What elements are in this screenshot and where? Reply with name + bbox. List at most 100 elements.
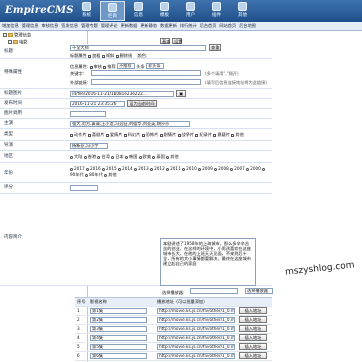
menu-item[interactable]: 排行统计 <box>180 23 197 29</box>
insert-url-button[interactable]: 插入地址 <box>239 352 267 359</box>
label-intro: 内容简介 <box>4 235 22 240</box>
episode-table: 序号 影视名称 播放地址（可以批量添加） 1 第1集 http://movie.… <box>75 297 272 361</box>
pic-input[interactable] <box>70 111 106 117</box>
label-rating: 评分 <box>4 185 13 190</box>
nav-plugin[interactable]: 插件 <box>204 1 229 21</box>
keyword-input[interactable] <box>91 70 201 76</box>
menu-item[interactable]: 后台首页 <box>200 23 217 29</box>
episode-name-input[interactable]: 第5集 <box>90 344 147 350</box>
outer-link-input[interactable] <box>91 79 201 85</box>
area-options: 大陆 香港 台湾 日本 韩国 欧美 泰国 其他 <box>70 154 179 160</box>
title-row: 标题 十全大师 查重 标题属性 加粗 倾斜 删除线 颜色: <box>0 44 272 59</box>
label-publish-time: 发布时间 <box>4 101 22 106</box>
episode-name-input[interactable]: 第4集 <box>90 335 147 341</box>
tags-row: 主演 强大,对方,真诚,王小龙,冯远征,刘德华,刘亚英,胡莎莎 <box>0 119 272 129</box>
table-row: 6 第6集 http://movie.ks.js.cn/flv/other/1_… <box>75 352 272 361</box>
label-type: 类型 <box>4 132 13 137</box>
sidebar-root[interactable]: - 管理信息 <box>3 33 31 39</box>
italic-checkbox[interactable] <box>101 54 105 58</box>
episode-url-input[interactable]: http://movie.ks.js.cn/flv/other/1_0.mp4 <box>157 308 235 314</box>
rating-input[interactable] <box>70 185 98 191</box>
episode-url-input[interactable]: http://movie.ks.js.cn/flv/other/1_0.mp4 <box>157 326 235 332</box>
menu-item[interactable]: 管理信息 <box>22 23 39 29</box>
menu-item[interactable]: 管理评论 <box>101 23 118 29</box>
nav-system[interactable]: 系统 <box>74 1 99 21</box>
player-select[interactable]: 选择播放器 <box>245 288 273 294</box>
insert-url-button[interactable]: 插入地址 <box>239 334 267 341</box>
nav-user[interactable]: 用户 <box>178 1 203 21</box>
other-icon <box>238 2 247 11</box>
director-input[interactable]: 杨新亚,冯小宁 <box>70 143 108 149</box>
system-icon <box>82 2 91 11</box>
table-row: 2 第2集 http://movie.ks.js.cn/flv/other/1_… <box>75 316 272 325</box>
title-input[interactable]: 十全大师 <box>70 45 206 51</box>
check-checkbox[interactable] <box>89 65 93 69</box>
menu-bar: 增加信息 管理信息 审核信息 签发信息 管理专题 管理评论 更新数据 更新静态 … <box>0 22 362 31</box>
logo: EmpireCMS <box>5 5 74 16</box>
episode-url-input[interactable]: http://movie.ks.js.cn/flv/other/1_0.mp4 <box>157 353 235 359</box>
insert-url-button[interactable]: 插入地址 <box>239 316 267 323</box>
folder-icon <box>8 33 13 37</box>
table-row: 5 第5集 http://movie.ks.js.cn/flv/other/1_… <box>75 343 272 352</box>
nav-info[interactable]: 信息 <box>126 1 151 21</box>
set-current-time-button[interactable]: 设为当前时间 <box>127 100 157 107</box>
nav-other[interactable]: 其他 <box>230 1 255 21</box>
table-header: 序号 影视名称 播放地址（可以批量添加） <box>75 298 272 307</box>
director-row: 导演 杨新亚,冯小宁 <box>0 141 272 151</box>
area-row: 地区 大陆 香港 台湾 日本 韩国 欧美 泰国 其他 <box>0 151 272 163</box>
menu-item[interactable]: 更新静态 <box>140 23 157 29</box>
insert-url-button[interactable]: 插入地址 <box>239 307 267 314</box>
menu-item[interactable]: 签发信息 <box>61 23 78 29</box>
episode-name-input[interactable]: 第1集 <box>90 308 147 314</box>
intro-textarea[interactable]: 本剧讲述了1958年的上海城市，那么多辛辛苦苦的创业，在这样的环境中，小男孩喜欢… <box>160 238 256 286</box>
publish-row: 发布时间 2016-11-21 23:35:26 设为当前时间 <box>0 99 272 109</box>
upload-icon: ▣ <box>179 91 183 96</box>
year-options: 2017 2016 2015 2014 2013 2012 2011 2010 … <box>70 166 270 178</box>
player-label: 选择播放器: <box>162 290 185 295</box>
pic-row: 图片调用 <box>0 109 272 119</box>
menu-item[interactable]: 后台地图 <box>239 23 256 29</box>
nav-column[interactable]: 栏目 <box>100 1 125 21</box>
year-row: 年份 2017 2016 2015 2014 2013 2012 2011 20… <box>0 163 272 183</box>
info-icon <box>134 2 143 11</box>
recommend-checkbox[interactable] <box>103 65 107 69</box>
headline-select[interactable]: 非头条 <box>146 63 165 69</box>
episode-url-input[interactable]: http://movie.ks.js.cn/flv/other/1_0.mp4 <box>157 344 235 350</box>
upload-button[interactable]: ▣ <box>176 90 186 97</box>
outer-link-label: 外部链接: <box>70 80 89 85</box>
menu-item[interactable]: 增加信息 <box>2 23 19 29</box>
recommend-select[interactable]: 不推荐 <box>116 63 135 69</box>
player-input[interactable] <box>190 288 238 294</box>
menu-item[interactable]: 数据更新 <box>160 23 177 29</box>
keyword-label: 关键字: <box>70 71 84 76</box>
type-row: 类型 动作片 喜剧片 爱情片 科幻片 恐怖片 剧情片 战争片 纪录片 悬疑片 其… <box>0 129 272 141</box>
type-options: 动作片 喜剧片 爱情片 科幻片 恐怖片 剧情片 战争片 纪录片 悬疑片 其他 <box>70 132 244 138</box>
table-row: 3 第3集 http://movie.ks.js.cn/flv/other/1_… <box>75 325 272 334</box>
bold-checkbox[interactable] <box>88 54 92 58</box>
label-tags: 主演 <box>4 121 13 126</box>
actors-input[interactable]: 强大,对方,真诚,王小龙,冯远征,刘德华,刘亚英,胡莎莎 <box>70 121 190 127</box>
menu-item[interactable]: 审核信息 <box>42 23 59 29</box>
menu-item[interactable]: 网站首页 <box>219 23 236 29</box>
menu-item[interactable]: 管理专题 <box>81 23 98 29</box>
episode-url-input[interactable]: http://movie.ks.js.cn/flv/other/1_0.mp4 <box>157 335 235 341</box>
template-icon <box>160 2 169 11</box>
user-icon <box>186 2 195 11</box>
episode-name-input[interactable]: 第3集 <box>90 326 147 332</box>
keyword-hint: (多个请用","隔开) <box>205 71 239 76</box>
nav-template[interactable]: 模板 <box>152 1 177 21</box>
check-duplicate-button[interactable]: 查重 <box>209 44 221 51</box>
menu-item[interactable]: 更新数据 <box>121 23 138 29</box>
insert-url-button[interactable]: 插入地址 <box>239 325 267 332</box>
publish-time-input[interactable]: 2016-11-21 23:35:26 <box>70 101 125 107</box>
plugin-icon <box>212 2 221 11</box>
insert-url-button[interactable]: 插入地址 <box>239 343 267 350</box>
episode-name-input[interactable]: 第2集 <box>90 317 147 323</box>
label-special: 特殊属性 <box>4 70 22 75</box>
strike-checkbox[interactable] <box>115 54 119 58</box>
label-year: 年份 <box>4 171 13 176</box>
special-row: 特殊属性 信息属性: 审核 推荐 不推荐 头条 非头条 关键字: (多个请用",… <box>0 59 272 89</box>
title-pic-input[interactable]: /d/file/2016-11-21/1b081e23e222... <box>70 91 174 97</box>
episode-url-input[interactable]: http://movie.ks.js.cn/flv/other/1_0.mp4 <box>157 317 235 323</box>
episode-name-input[interactable]: 第6集 <box>90 353 147 359</box>
